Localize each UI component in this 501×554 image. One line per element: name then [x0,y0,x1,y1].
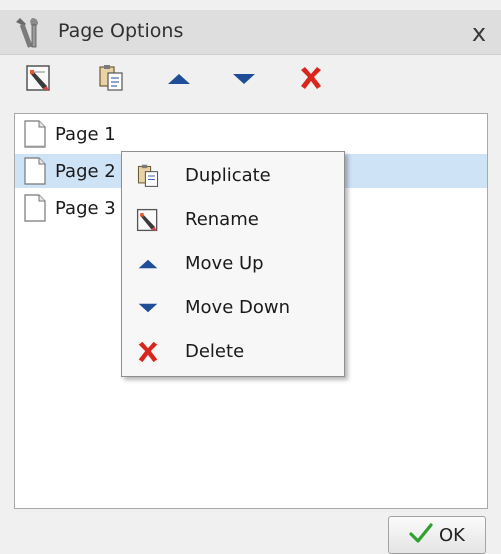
delete-x-icon [298,65,324,95]
delete-x-icon [134,338,162,366]
menu-item-delete[interactable]: Delete [122,330,344,374]
page-icon [23,157,47,185]
arrow-up-icon [166,71,192,90]
checkmark-icon [409,523,433,547]
context-menu: Duplicate Rename Move Up Move Down Delet… [121,151,345,377]
duplicate-icon [134,162,162,190]
page-options-dialog: Page Options x Page 1 Page 2 Page 3 Dupl… [0,0,501,554]
toolbar-move-up-button[interactable] [160,61,198,99]
rename-icon [134,206,162,234]
toolbar-delete-button[interactable] [292,61,330,99]
arrow-up-icon [134,250,162,278]
menu-item-label: Delete [185,341,245,362]
dialog-title: Page Options [58,20,184,42]
title-bar: Page Options x [0,10,501,55]
menu-item-label: Duplicate [185,165,271,186]
page-label: Page 1 [55,123,116,145]
page-label: Page 3 [55,197,116,219]
toolbar [0,55,501,105]
rename-icon [24,63,54,97]
tools-icon [12,14,46,50]
page-label: Page 2 [55,160,116,182]
arrow-down-icon [231,71,257,90]
menu-item-label: Move Up [185,253,264,274]
duplicate-icon [96,63,126,97]
toolbar-move-down-button[interactable] [225,61,263,99]
menu-item-duplicate[interactable]: Duplicate [122,154,344,198]
close-button[interactable]: x [464,18,494,48]
ok-button[interactable]: OK [388,516,486,554]
toolbar-duplicate-button[interactable] [92,61,130,99]
menu-item-move-up[interactable]: Move Up [122,242,344,286]
menu-item-move-down[interactable]: Move Down [122,286,344,330]
arrow-down-icon [134,294,162,322]
menu-item-label: Move Down [185,297,290,318]
page-icon [23,194,47,222]
ok-label: OK [439,524,465,546]
menu-item-rename[interactable]: Rename [122,198,344,242]
toolbar-rename-button[interactable] [20,61,58,99]
page-icon [23,120,47,148]
menu-item-label: Rename [185,209,259,230]
page-list-item[interactable]: Page 1 [15,117,487,151]
